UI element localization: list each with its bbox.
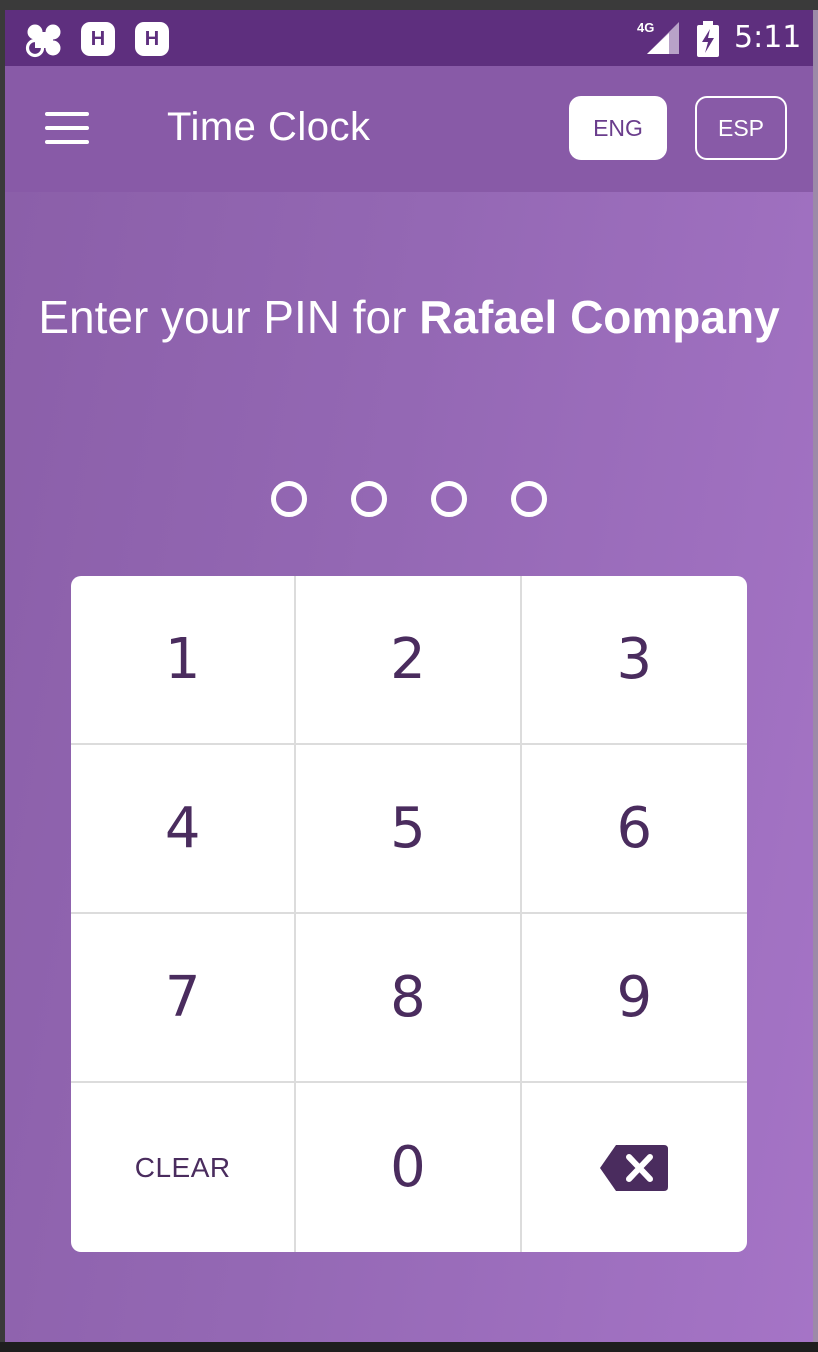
keypad-key-8[interactable]: 8 — [296, 914, 522, 1083]
pin-indicator — [5, 481, 813, 517]
keypad-key-2[interactable]: 2 — [296, 576, 522, 745]
pin-prompt-text: Enter your PIN for — [38, 291, 420, 343]
backspace-icon — [600, 1144, 669, 1191]
device-frame-top — [0, 0, 818, 10]
pin-keypad: 1 2 3 4 5 6 7 8 9 CLEAR 0 — [71, 576, 747, 1252]
pin-dot-empty — [351, 481, 387, 517]
device-frame-side — [813, 10, 818, 1342]
battery-charging-icon — [697, 21, 719, 57]
language-esp-button[interactable]: ESP — [695, 96, 787, 160]
page-title: Time Clock — [167, 105, 371, 149]
pin-dot-empty — [511, 481, 547, 517]
company-name: Rafael Company — [419, 291, 780, 343]
signal-icon — [647, 22, 679, 54]
keypad-key-9[interactable]: 9 — [521, 914, 747, 1083]
pin-dot-empty — [271, 481, 307, 517]
h-notification-icon: H — [81, 22, 115, 56]
keypad-key-7[interactable]: 7 — [71, 914, 297, 1083]
keypad-key-3[interactable]: 3 — [521, 576, 747, 745]
language-eng-button[interactable]: ENG — [569, 96, 667, 160]
status-bar: H H 4G 5:11 — [5, 10, 813, 66]
clock-time: 5:11 — [734, 20, 802, 55]
clear-button[interactable]: CLEAR — [71, 1083, 297, 1252]
phone-screen: H H 4G 5:11 Time Clock ENG ESP Enter you… — [5, 10, 813, 1342]
keypad-key-5[interactable]: 5 — [296, 745, 522, 914]
keypad-key-6[interactable]: 6 — [521, 745, 747, 914]
keypad-key-1[interactable]: 1 — [71, 576, 297, 745]
keypad-key-0[interactable]: 0 — [296, 1083, 522, 1252]
device-frame-bottom — [0, 1342, 818, 1352]
h-notification-icon: H — [135, 22, 169, 56]
app-logo-icon — [25, 24, 61, 58]
app-toolbar: Time Clock ENG ESP — [5, 66, 813, 192]
backspace-button[interactable] — [522, 1083, 747, 1252]
keypad-key-4[interactable]: 4 — [71, 745, 297, 914]
hamburger-menu-icon[interactable] — [45, 110, 89, 146]
pin-prompt: Enter your PIN for Rafael Company — [5, 290, 813, 344]
pin-dot-empty — [431, 481, 467, 517]
